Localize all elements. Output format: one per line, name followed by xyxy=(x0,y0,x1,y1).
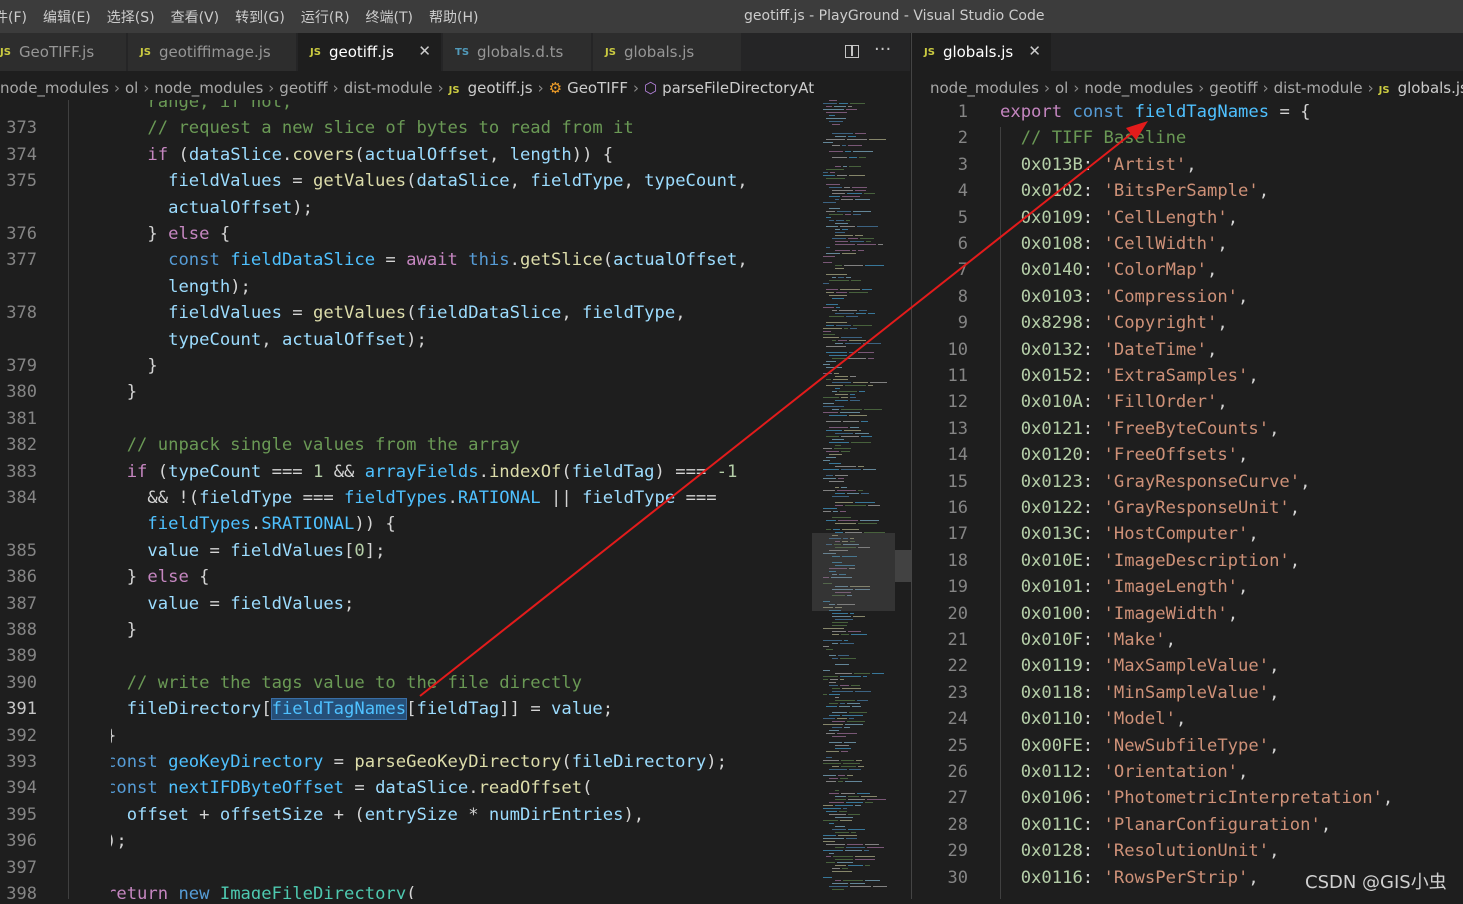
watermark: CSDN @GIS小虫 xyxy=(1305,872,1447,893)
annotation-arrow xyxy=(419,121,1148,697)
